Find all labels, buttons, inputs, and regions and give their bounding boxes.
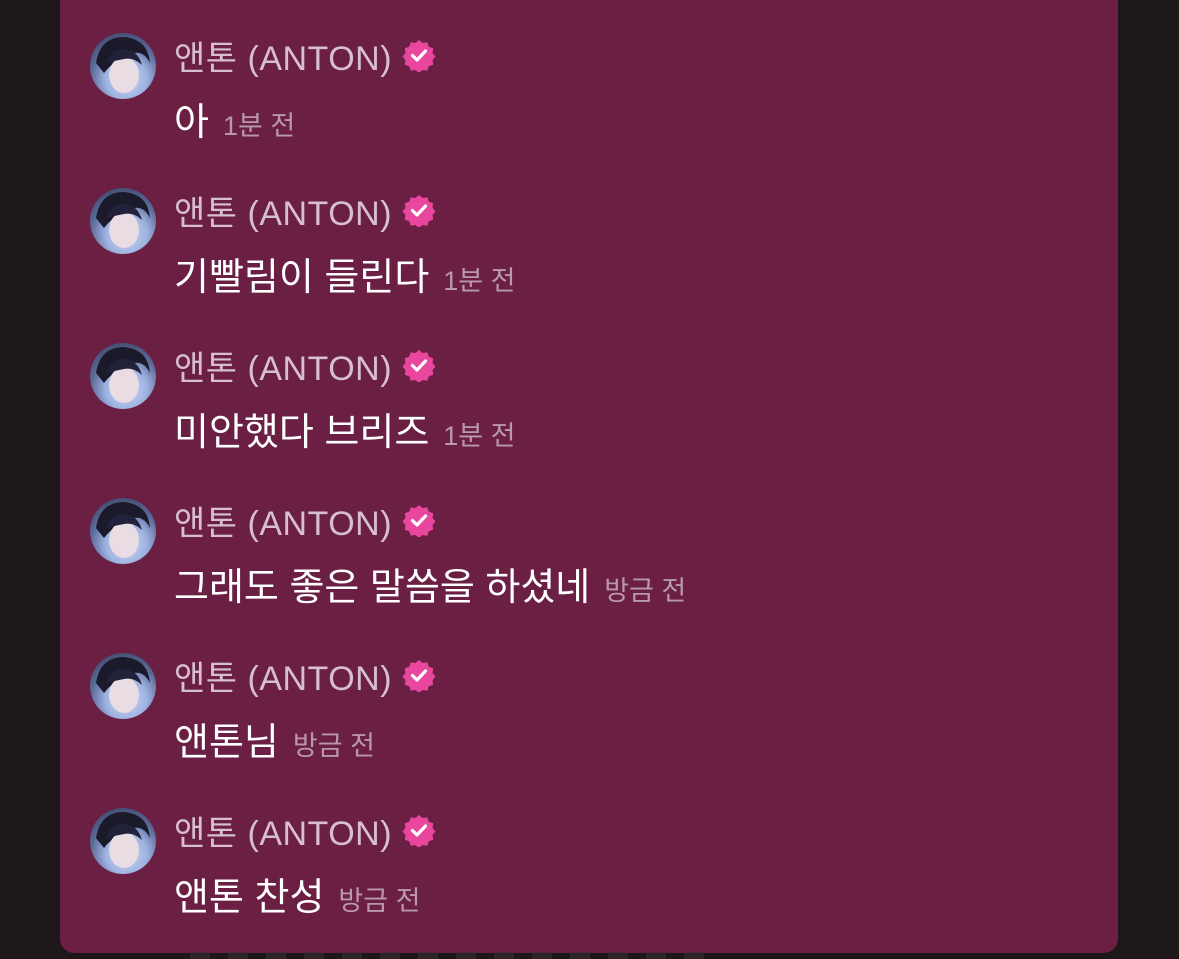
message-timestamp: 1분 전 bbox=[222, 111, 296, 141]
verified-badge-icon bbox=[402, 505, 436, 537]
message-text: 그래도 좋은 말씀을 하셨네 bbox=[174, 567, 591, 609]
chat-message: 앤톤 (ANTON) 기빨림이 들린다 1분 전 bbox=[60, 188, 1118, 308]
chat-message: 앤톤 (ANTON) 미안했다 브리즈 1분 전 bbox=[60, 343, 1118, 463]
verified-badge-icon bbox=[402, 815, 436, 847]
verified-badge-icon bbox=[402, 350, 436, 382]
verified-badge-icon bbox=[402, 40, 436, 72]
author-avatar[interactable] bbox=[90, 188, 156, 254]
author-name[interactable]: 앤톤 (ANTON) bbox=[174, 651, 392, 700]
author-avatar[interactable] bbox=[90, 808, 156, 874]
author-avatar[interactable] bbox=[90, 498, 156, 564]
author-avatar[interactable] bbox=[90, 33, 156, 99]
author-avatar[interactable] bbox=[90, 343, 156, 409]
chat-message: 앤톤 (ANTON) 아 1분 전 bbox=[60, 33, 1118, 153]
author-name[interactable]: 앤톤 (ANTON) bbox=[174, 806, 392, 855]
verified-badge-icon bbox=[402, 195, 436, 227]
author-name[interactable]: 앤톤 (ANTON) bbox=[174, 186, 392, 235]
message-timestamp: 방금 전 bbox=[604, 576, 687, 606]
message-text: 앤톤님 bbox=[174, 722, 279, 764]
message-timestamp: 1분 전 bbox=[443, 266, 516, 296]
chat-message: 앤톤 (ANTON) 그래도 좋은 말씀을 하셨네 방금 전 bbox=[60, 498, 1118, 618]
background-content-peek bbox=[190, 952, 710, 959]
author-name[interactable]: 앤톤 (ANTON) bbox=[174, 31, 392, 80]
message-timestamp: 방금 전 bbox=[338, 886, 421, 916]
message-text: 아 bbox=[174, 102, 209, 144]
chat-message: 앤톤 (ANTON) 앤톤님 방금 전 bbox=[60, 653, 1118, 773]
message-text: 기빨림이 들린다 bbox=[174, 257, 430, 299]
chat-message: 앤톤 (ANTON) 앤톤 찬성 방금 전 bbox=[60, 808, 1118, 928]
verified-badge-icon bbox=[402, 660, 436, 692]
message-text: 앤톤 찬성 bbox=[174, 877, 325, 919]
author-name[interactable]: 앤톤 (ANTON) bbox=[174, 496, 392, 545]
author-avatar[interactable] bbox=[90, 653, 156, 719]
message-timestamp: 1분 전 bbox=[443, 421, 516, 451]
message-timestamp: 방금 전 bbox=[292, 731, 375, 761]
chat-panel: 앤톤 (ANTON) 아 1분 전 앤톤 (ANTON) 기빨림이 들린다 1분… bbox=[60, 0, 1118, 953]
author-name[interactable]: 앤톤 (ANTON) bbox=[174, 341, 392, 390]
message-text: 미안했다 브리즈 bbox=[174, 412, 430, 454]
